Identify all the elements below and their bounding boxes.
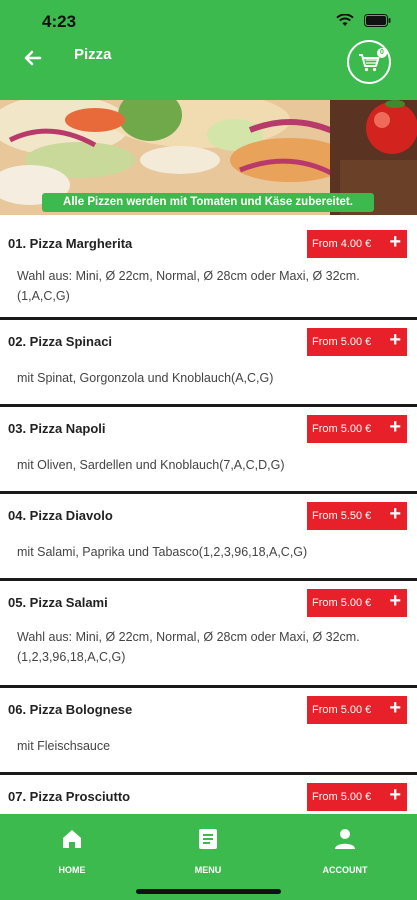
bottom-navigation: HOME MENU ACCOUNT [0, 814, 417, 900]
item-description: mit Spinat, Gorgonzola und Knoblauch(A,C… [17, 371, 274, 385]
menu-item[interactable]: 06. Pizza Bolognese From 5.00 € + mit Fl… [0, 688, 417, 775]
add-to-cart-button[interactable]: From 5.00 € + [307, 415, 407, 443]
menu-item[interactable]: 03. Pizza Napoli From 5.00 € + mit Olive… [0, 407, 417, 494]
item-name: 06. Pizza Bolognese [8, 702, 133, 717]
banner-notice: Alle Pizzen werden mit Tomaten und Käse … [42, 193, 374, 212]
item-name: 04. Pizza Diavolo [8, 508, 113, 523]
page-title: Pizza [74, 46, 112, 63]
item-price: From 5.00 € [312, 423, 372, 435]
nav-home-label: HOME [58, 865, 86, 875]
add-to-cart-button[interactable]: From 5.00 € + [307, 696, 407, 724]
menu-item-list: 01. Pizza Margherita From 4.00 € + Wahl … [0, 222, 417, 835]
cart-button[interactable]: 0 [347, 40, 391, 84]
nav-menu[interactable]: MENU [168, 828, 248, 875]
item-description: mit Fleischsauce [17, 739, 111, 753]
nav-menu-label: MENU [194, 865, 222, 875]
item-price: From 5.00 € [312, 597, 372, 609]
item-price: From 5.00 € [312, 336, 372, 348]
nav-home[interactable]: HOME [32, 828, 112, 875]
add-to-cart-button[interactable]: From 5.00 € + [307, 328, 407, 356]
plus-icon: + [389, 231, 401, 253]
item-description: Wahl aus: Mini, Ø 22cm, Normal, Ø 28cm o… [17, 630, 360, 664]
item-description: Wahl aus: Mini, Ø 22cm, Normal, Ø 28cm o… [17, 269, 360, 303]
status-bar: 4:23 [0, 0, 417, 40]
wifi-icon [336, 14, 354, 26]
home-icon [63, 830, 81, 848]
item-name: 01. Pizza Margherita [8, 236, 133, 251]
add-to-cart-button[interactable]: From 5.00 € + [307, 589, 407, 617]
status-time: 4:23 [42, 12, 77, 31]
item-name: 07. Pizza Prosciutto [8, 789, 131, 804]
status-icons [336, 14, 391, 27]
home-indicator [136, 889, 281, 894]
menu-item[interactable]: 05. Pizza Salami From 5.00 € + Wahl aus:… [0, 581, 417, 688]
menu-document-icon [199, 829, 217, 849]
app-bar: Pizza 0 [0, 40, 417, 100]
plus-icon: + [389, 784, 401, 806]
nav-account[interactable]: ACCOUNT [305, 828, 385, 875]
item-price: From 5.50 € [312, 510, 372, 522]
add-to-cart-button[interactable]: From 5.00 € + [307, 783, 407, 811]
battery-icon [364, 14, 391, 27]
cart-count-badge: 0 [377, 48, 387, 58]
menu-item[interactable]: 02. Pizza Spinaci From 5.00 € + mit Spin… [0, 320, 417, 407]
person-icon [335, 829, 355, 849]
menu-item[interactable]: 04. Pizza Diavolo From 5.50 € + mit Sala… [0, 494, 417, 581]
item-price: From 5.00 € [312, 704, 372, 716]
plus-icon: + [389, 590, 401, 612]
item-description: mit Oliven, Sardellen und Knoblauch(7,A,… [17, 458, 285, 472]
item-name: 03. Pizza Napoli [8, 421, 106, 436]
plus-icon: + [389, 416, 401, 438]
nav-account-label: ACCOUNT [322, 865, 368, 875]
item-description: mit Salami, Paprika und Tabasco(1,2,3,96… [17, 545, 308, 559]
add-to-cart-button[interactable]: From 5.50 € + [307, 502, 407, 530]
item-name: 05. Pizza Salami [8, 595, 108, 610]
plus-icon: + [389, 503, 401, 525]
plus-icon: + [389, 697, 401, 719]
item-price: From 4.00 € [312, 238, 372, 250]
menu-item[interactable]: 01. Pizza Margherita From 4.00 € + Wahl … [0, 222, 417, 320]
arrow-left-icon [24, 50, 42, 66]
item-price: From 5.00 € [312, 791, 372, 803]
plus-icon: + [389, 329, 401, 351]
item-name: 02. Pizza Spinaci [8, 334, 113, 349]
back-button[interactable] [18, 43, 48, 73]
add-to-cart-button[interactable]: From 4.00 € + [307, 230, 407, 258]
